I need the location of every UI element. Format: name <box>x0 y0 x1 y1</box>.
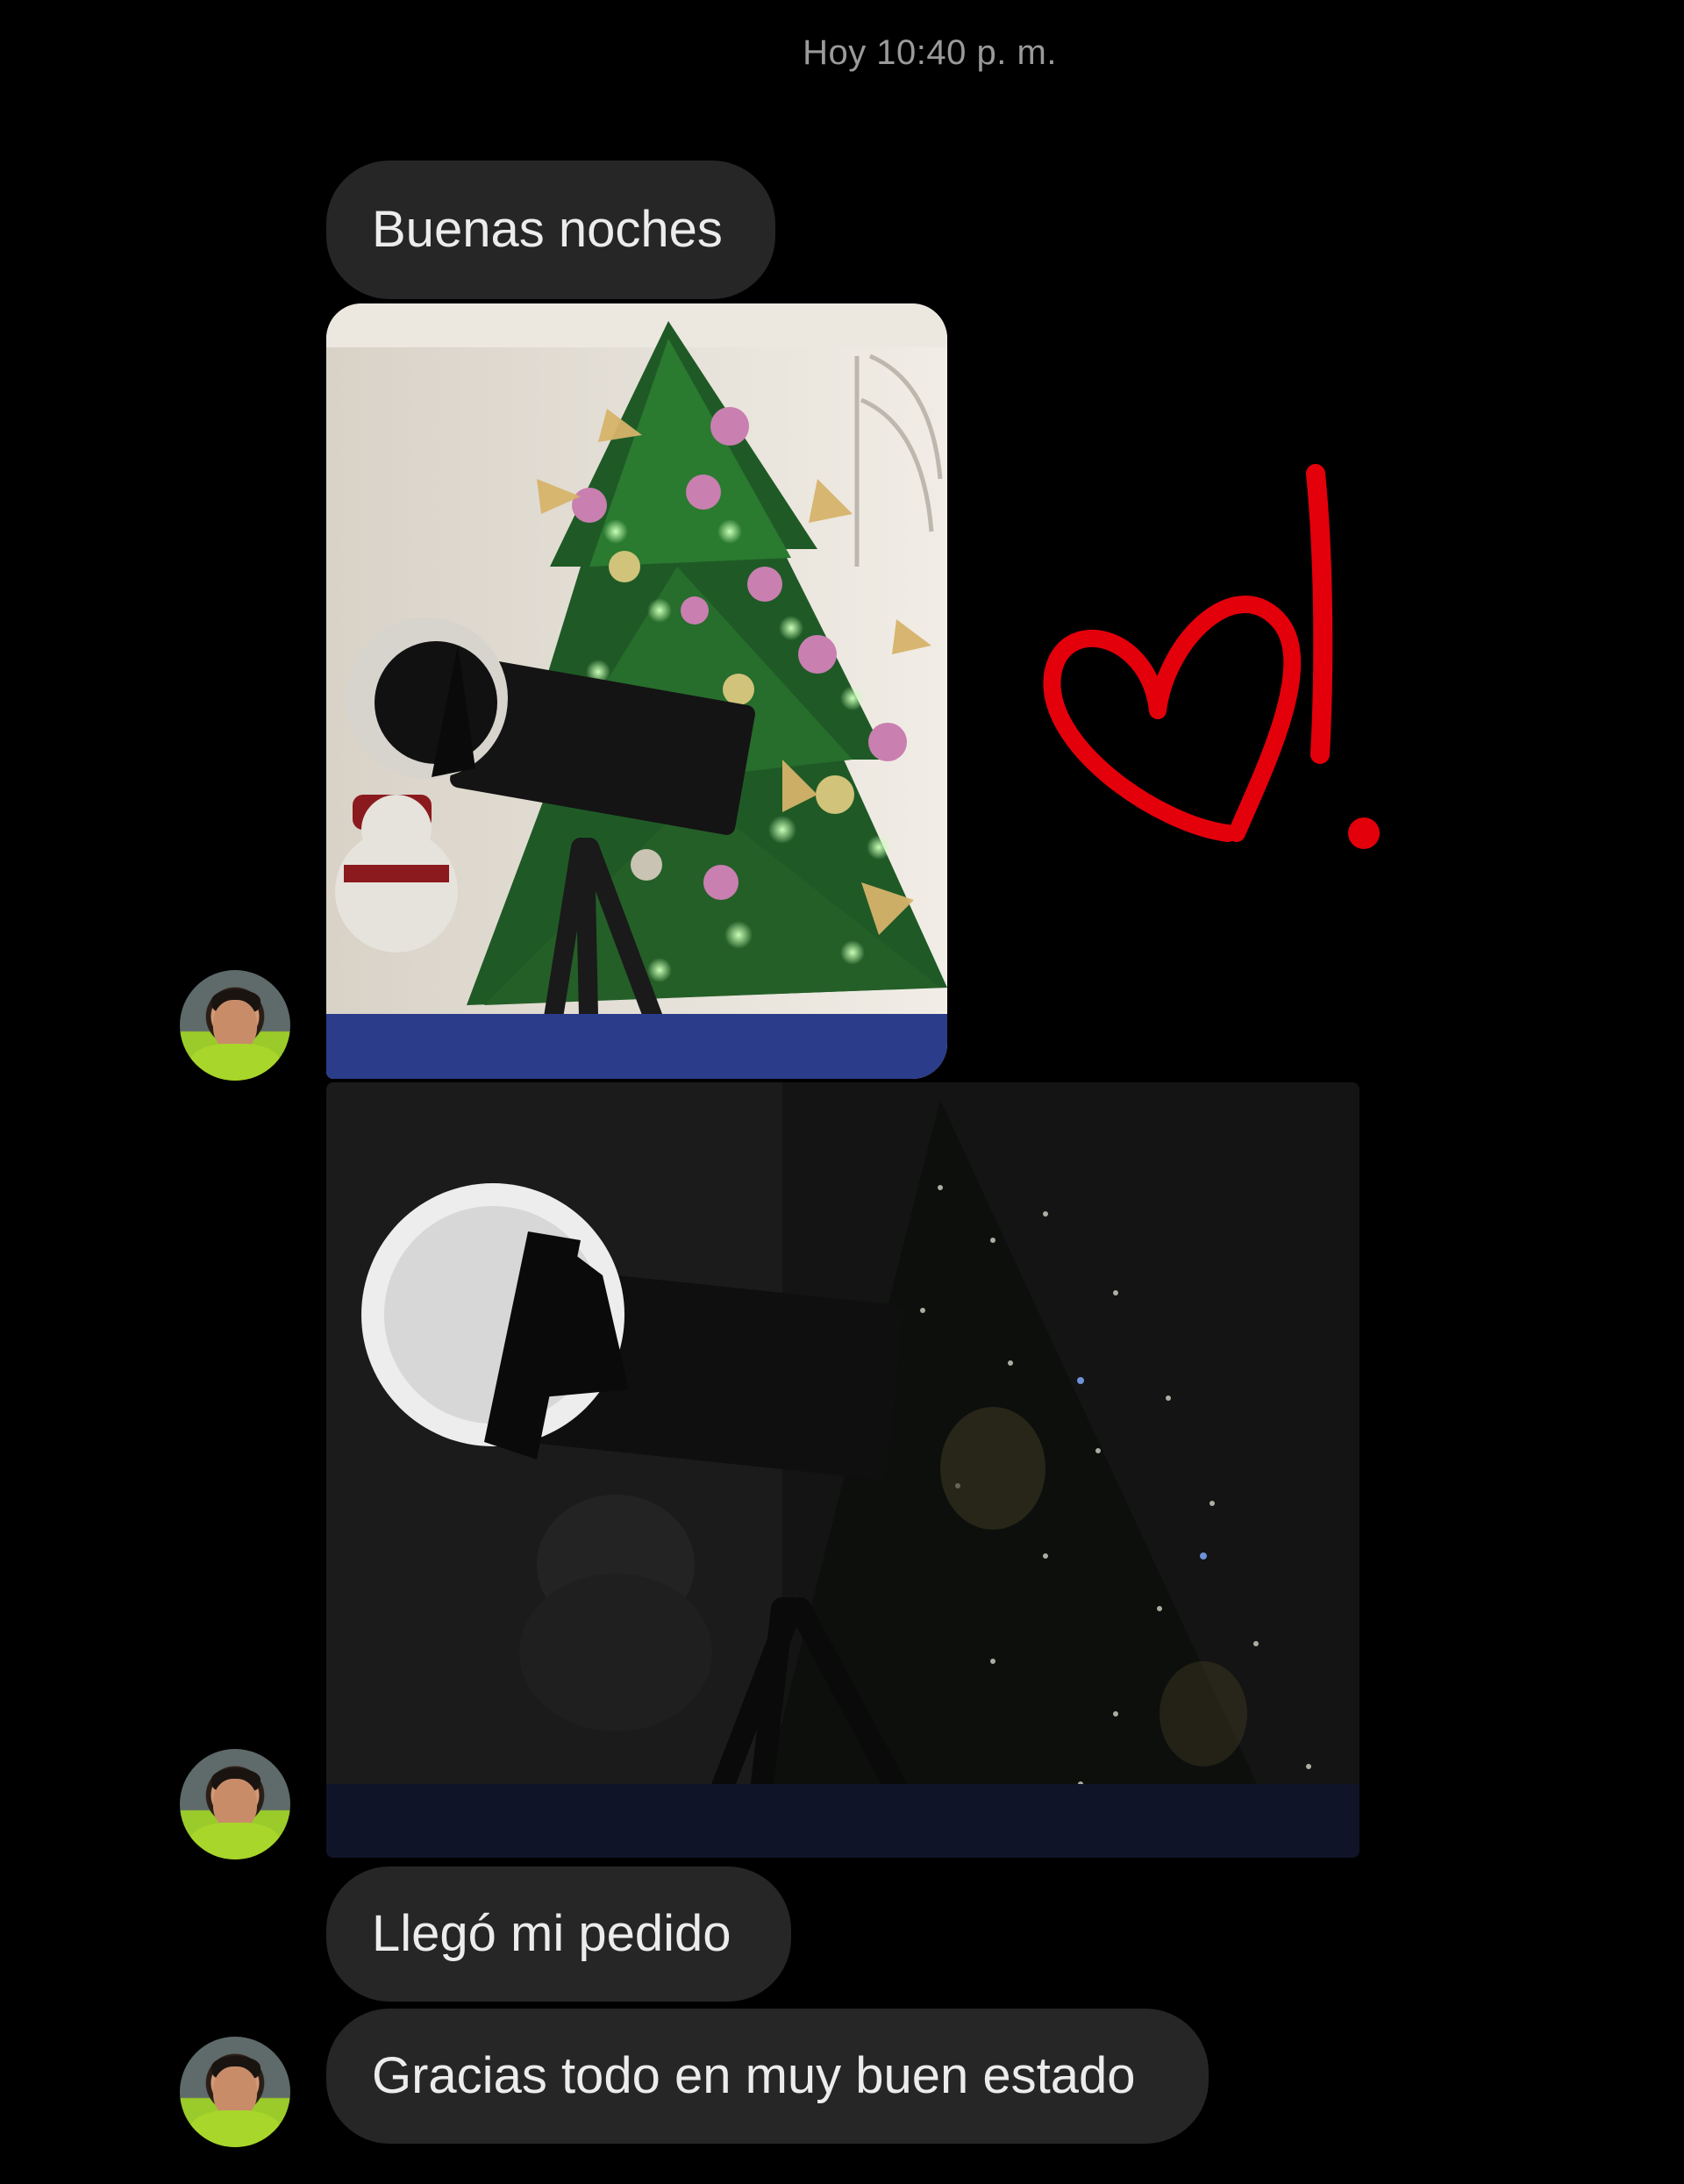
message-bubble[interactable]: Buenas noches <box>326 161 775 299</box>
message-photo[interactable] <box>326 303 947 1079</box>
sender-avatar[interactable] <box>180 2037 290 2147</box>
heart-exclamation-drawing <box>1043 464 1380 849</box>
message-text: Gracias todo en muy buen estado <box>372 2047 1136 2104</box>
message-text: Buenas noches <box>372 201 723 258</box>
sender-avatar[interactable] <box>180 1749 290 1859</box>
christmas-tree-telescope-photo <box>326 303 947 1079</box>
message-bubble[interactable]: Gracias todo en muy buen estado <box>326 2009 1209 2144</box>
message-text: Llegó mi pedido <box>372 1905 731 1962</box>
chat-timestamp: Hoy 10:40 p. m. <box>803 33 1057 72</box>
message-photo[interactable] <box>326 1082 1359 1858</box>
dark-telescope-photo <box>326 1082 1359 1858</box>
sender-avatar[interactable] <box>180 970 290 1081</box>
message-bubble[interactable]: Llegó mi pedido <box>326 1866 791 2002</box>
